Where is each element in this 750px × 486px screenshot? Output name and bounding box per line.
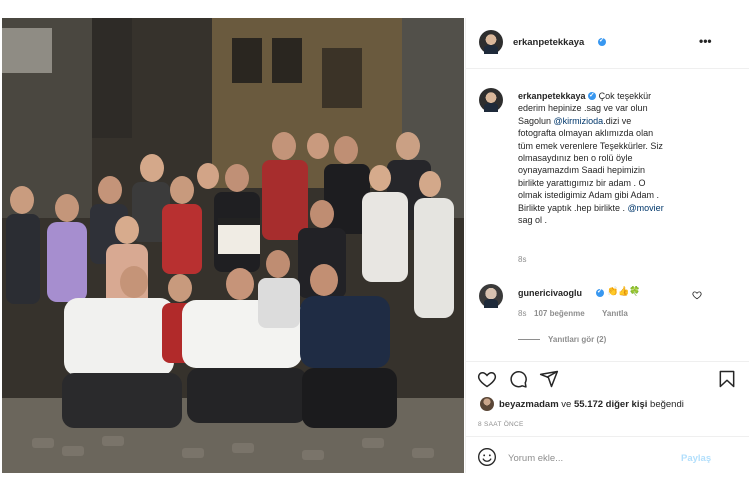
composer-divider bbox=[466, 436, 749, 437]
crew-group-photo-illustration bbox=[2, 18, 464, 473]
caption-line: Birlikte yaptık .hep birlikte . bbox=[518, 202, 628, 213]
mention-link[interactable]: @movier bbox=[628, 203, 664, 213]
caption-line: oynayamazdım Saadi hepimizin bbox=[518, 165, 646, 176]
comment-input[interactable] bbox=[508, 451, 678, 465]
caption-author-avatar[interactable] bbox=[479, 88, 503, 112]
comment-like-heart-icon[interactable] bbox=[692, 290, 702, 300]
verified-icon bbox=[596, 287, 604, 297]
bookmark-icon[interactable] bbox=[717, 369, 737, 389]
caption-line: olmasaydınız ben o rolü öyle bbox=[518, 153, 633, 164]
likes-suffix: beğendi bbox=[647, 399, 684, 410]
post-caption: erkanpetekkaya ✓ Çok teşekkür ederim hep… bbox=[518, 90, 706, 226]
commenter-avatar[interactable] bbox=[479, 284, 503, 308]
caption-line: fotografta olmayan aklımızda olan bbox=[518, 128, 654, 139]
caption-line: olmak istedigimiz Adam gibi Adam . bbox=[518, 190, 660, 201]
comment-reply-button[interactable]: Yanıtla bbox=[602, 309, 628, 318]
likes-summary: beyazmadam ve 55.172 diğer kişi beğendi bbox=[499, 399, 684, 410]
author-avatar[interactable] bbox=[479, 30, 503, 54]
comment-emojis: 👏👍🍀 bbox=[607, 286, 641, 296]
smile-icon[interactable] bbox=[477, 447, 497, 467]
post-comment-button[interactable]: Paylaş bbox=[681, 453, 711, 464]
header-divider bbox=[466, 68, 749, 69]
liker-avatar[interactable] bbox=[480, 397, 494, 411]
heart-icon[interactable] bbox=[477, 369, 497, 389]
likes-connector: ve bbox=[558, 399, 574, 410]
actions-divider bbox=[466, 361, 749, 362]
mention-link[interactable]: @kirmizioda bbox=[554, 116, 604, 126]
verified-icon bbox=[598, 36, 606, 46]
caption-line: Sagolun bbox=[518, 115, 554, 126]
caption-line: tüm emek verenlere Teşekkürler. Siz bbox=[518, 140, 663, 151]
comment-timestamp: 8s bbox=[518, 309, 527, 318]
caption-line: sag ol . bbox=[518, 215, 548, 226]
caption-line: birlikte yarattıgımız bir adam . O bbox=[518, 177, 646, 188]
caption-username[interactable]: erkanpetekkaya bbox=[518, 91, 586, 101]
verified-icon: ✓ bbox=[588, 92, 597, 100]
share-icon[interactable] bbox=[539, 369, 559, 389]
replies-line bbox=[518, 339, 540, 340]
author-username[interactable]: erkanpetekkaya bbox=[513, 37, 584, 48]
view-replies-button[interactable]: Yanıtları gör (2) bbox=[548, 335, 606, 344]
comment-likes-count[interactable]: 107 beğenme bbox=[534, 309, 585, 318]
instagram-post-window: erkanpetekkaya ••• erkanpetekkaya ✓ Çok … bbox=[0, 0, 750, 486]
caption-timestamp: 8s bbox=[518, 255, 527, 264]
caption-line: ederim hepinize .sag ve var olun bbox=[518, 103, 648, 114]
caption-line: .dizi ve bbox=[603, 115, 632, 126]
post-sidebar: erkanpetekkaya ••• erkanpetekkaya ✓ Çok … bbox=[465, 18, 749, 473]
caption-line: Çok teşekkür bbox=[598, 91, 652, 101]
post-photo[interactable] bbox=[2, 18, 464, 473]
liker-username[interactable]: beyazmadam bbox=[499, 399, 559, 410]
others-likes-link[interactable]: 55.172 diğer kişi bbox=[574, 399, 647, 410]
comment-icon[interactable] bbox=[508, 369, 528, 389]
comment-username[interactable]: gunericivaoglu bbox=[518, 288, 582, 298]
post-timestamp: 8 SAAT ÖNCE bbox=[478, 421, 524, 428]
more-icon[interactable]: ••• bbox=[699, 34, 712, 48]
